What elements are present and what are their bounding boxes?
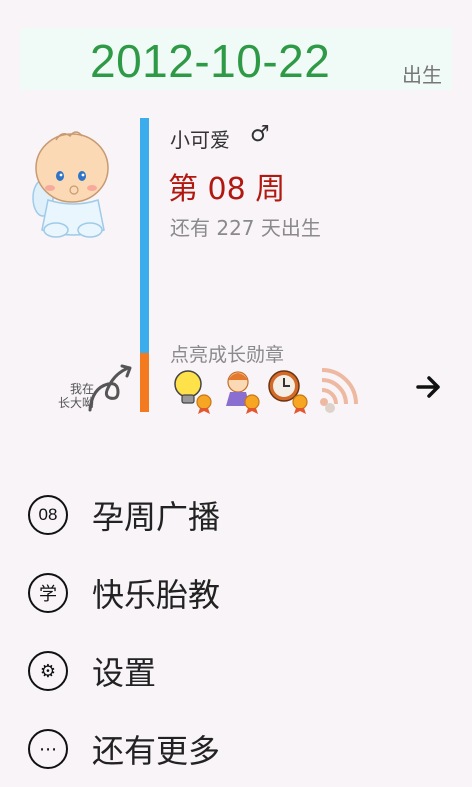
baby-name[interactable]: 小可爱 bbox=[170, 124, 230, 153]
clock-badge-icon[interactable] bbox=[266, 368, 312, 414]
male-gender-icon: ♂ bbox=[250, 122, 270, 147]
menu-item-prenatal-education[interactable]: 学 快乐胎教 bbox=[28, 570, 448, 616]
menu-label-settings: 设置 bbox=[92, 654, 157, 692]
baby-avatar[interactable] bbox=[28, 118, 118, 240]
growing-note-line2: 长大呦 bbox=[57, 396, 94, 410]
menu-item-week-broadcast[interactable]: 08 孕周广播 bbox=[28, 492, 448, 538]
girl-badge-icon[interactable] bbox=[218, 368, 264, 414]
menu-label-week-broadcast: 孕周广播 bbox=[92, 498, 221, 536]
more-icon: ⋯ bbox=[28, 729, 68, 769]
birth-date-bar: 2012-10-22 出生 bbox=[20, 28, 452, 90]
menu-label-more: 还有更多 bbox=[92, 732, 221, 770]
badges-title[interactable]: 点亮成长勋章 bbox=[170, 340, 284, 367]
arrow-right-icon[interactable] bbox=[414, 372, 444, 402]
lightbulb-badge-icon[interactable] bbox=[170, 368, 216, 414]
curved-arrow-icon bbox=[88, 364, 132, 412]
birth-date: 2012-10-22 bbox=[90, 35, 331, 87]
birth-date-suffix: 出生 bbox=[402, 63, 442, 87]
menu-item-settings[interactable]: ⚙ 设置 bbox=[28, 648, 448, 694]
week-number-icon: 08 bbox=[28, 495, 68, 535]
menu-label-prenatal-education: 快乐胎教 bbox=[92, 576, 221, 614]
days-until-birth: 还有 227 天出生 bbox=[170, 216, 321, 240]
pregnancy-progress-fill bbox=[140, 353, 149, 412]
growing-note-line1: 我在 bbox=[69, 382, 94, 396]
pregnancy-progress-bar bbox=[140, 118, 149, 412]
rss-badge-icon[interactable] bbox=[316, 368, 362, 414]
study-icon: 学 bbox=[28, 573, 68, 613]
menu-item-more[interactable]: ⋯ 还有更多 bbox=[28, 726, 448, 772]
growing-note: 我在 长大呦 bbox=[34, 382, 94, 410]
gear-icon: ⚙ bbox=[28, 651, 68, 691]
pregnancy-week: 第 08 周 bbox=[168, 172, 286, 207]
